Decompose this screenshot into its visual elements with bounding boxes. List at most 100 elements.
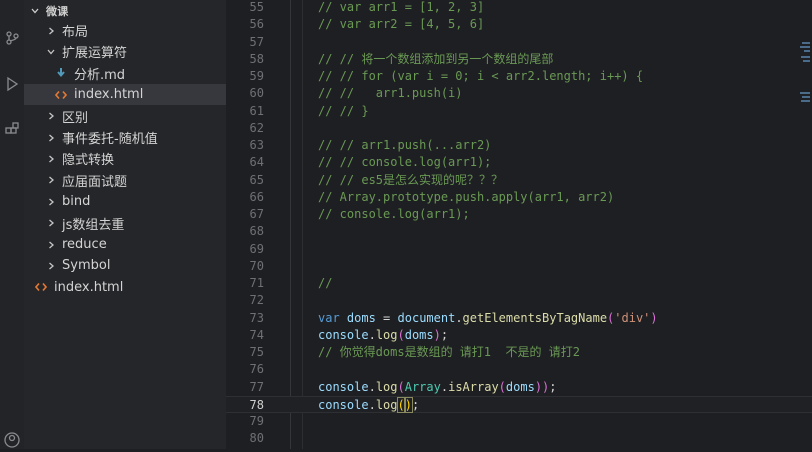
explorer-folder[interactable]: 隐式转换: [24, 148, 246, 169]
code-text: console.log(Array.isArray(doms));: [318, 379, 557, 396]
code-token: (: [397, 379, 405, 394]
explorer-folder[interactable]: reduce: [24, 234, 246, 255]
code-token: // // es5是怎么实现的呢？？？: [318, 172, 504, 187]
code-line[interactable]: 75 // 你觉得doms是数组的 请打1 不是的 请打2: [226, 344, 812, 361]
explorer-folder[interactable]: 应届面试题: [24, 170, 246, 191]
explorer-root-label: 微课: [46, 4, 69, 18]
code-line[interactable]: 56 // var arr2 = [4, 5, 6]: [226, 16, 812, 33]
line-number: 65: [249, 172, 264, 187]
line-number: 58: [249, 51, 264, 66]
code-text: // // for (var i = 0; i < arr2.length; i…: [318, 68, 643, 85]
extensions-icon[interactable]: [0, 118, 24, 142]
code-token: (: [397, 327, 405, 342]
code-line[interactable]: 57: [226, 34, 812, 51]
code-line[interactable]: 65 // // es5是怎么实现的呢？？？: [226, 172, 812, 189]
code-text: // // }: [318, 103, 369, 120]
tree-item-label: 扩展运算符: [62, 46, 128, 62]
explorer-sidebar: 微课 布局 扩展运算符 分析.md index.html 区别 事件委托-随机值 隐式转换应…: [24, 0, 256, 449]
explorer-folder[interactable]: 布局: [24, 20, 246, 41]
html-file-icon: [54, 90, 68, 100]
code-token: log: [375, 327, 398, 342]
code-editor[interactable]: 55 // var arr1 = [1, 2, 3] 56 // var arr2 =…: [226, 0, 812, 449]
activity-bar: [0, 0, 24, 449]
explorer-folder[interactable]: 区别: [24, 106, 246, 127]
code-token: .: [368, 379, 376, 394]
code-line[interactable]: 76: [226, 361, 812, 378]
code-token: // Array.prototype.push.apply(arr1, arr2…: [318, 189, 615, 204]
code-token: // // for (var i = 0; i < arr2.length; i…: [318, 69, 644, 83]
explorer-folder[interactable]: Symbol: [24, 255, 246, 276]
minimap[interactable]: [798, 0, 812, 110]
code-line[interactable]: 61 // // }: [226, 103, 812, 120]
code-token: // var arr1 = [1, 2, 3]: [318, 0, 485, 14]
code-token: // 你觉得doms是数组的 请打1 不是的 请打2: [318, 345, 580, 359]
chevron-right-icon: [44, 26, 58, 36]
explorer-folder[interactable]: js数组去重: [24, 213, 246, 234]
explorer-folder[interactable]: 扩展运算符: [24, 41, 246, 62]
explorer-folder[interactable]: 事件委托-随机值: [24, 127, 246, 148]
code-line[interactable]: 70: [226, 258, 812, 275]
code-token: ): [433, 327, 441, 342]
code-token: (: [498, 379, 506, 394]
code-line[interactable]: 78 console.log();: [226, 395, 812, 413]
code-text: // Array.prototype.push.apply(arr1, arr2…: [318, 189, 614, 206]
code-text: // var arr2 = [4, 5, 6]: [318, 16, 484, 33]
code-line[interactable]: 63 // // arr1.push(...arr2): [226, 137, 812, 154]
code-token: // // console.log(arr1);: [318, 155, 492, 170]
code-token: // // 将一个数组添加到另一个数组的尾部: [318, 51, 554, 66]
code-line[interactable]: 72: [226, 292, 812, 309]
code-line[interactable]: 79: [226, 413, 812, 430]
account-icon[interactable]: [0, 428, 24, 452]
line-number: 76: [249, 362, 264, 377]
line-number: 73: [249, 310, 264, 325]
line-number: 57: [249, 34, 264, 49]
chevron-right-icon: [44, 175, 58, 185]
code-token: .: [455, 310, 463, 325]
code-token: log: [375, 397, 398, 412]
code-line[interactable]: 59 // // for (var i = 0; i < arr2.length;…: [226, 68, 812, 85]
code-line[interactable]: 69: [226, 241, 812, 258]
line-number: 56: [249, 17, 264, 32]
code-line[interactable]: 77 console.log(Array.isArray(doms));: [226, 379, 812, 396]
code-line[interactable]: 64 // // console.log(arr1);: [226, 154, 812, 171]
explorer-file[interactable]: index.html: [24, 84, 256, 106]
code-line[interactable]: 58 // // 将一个数组添加到另一个数组的尾部: [226, 51, 812, 68]
code-line[interactable]: 68: [226, 223, 812, 240]
tree-item-label: Symbol: [62, 258, 111, 274]
code-line[interactable]: 80: [226, 430, 812, 447]
chevron-right-icon: [44, 154, 58, 164]
line-number: 60: [249, 86, 264, 101]
explorer-folder[interactable]: bind: [24, 191, 246, 212]
code-text: // // arr1.push(i): [318, 85, 463, 102]
explorer-file[interactable]: index.html: [24, 277, 236, 298]
tree-item-label: 隐式转换: [62, 153, 115, 169]
line-number: 67: [249, 207, 264, 221]
code-token: )): [534, 379, 550, 394]
html-file-icon: [34, 282, 48, 292]
code-token: ;: [440, 327, 449, 342]
code-text: // console.log(arr1);: [318, 206, 470, 223]
code-token: console: [318, 379, 369, 394]
code-token: console: [318, 397, 369, 412]
explorer-file[interactable]: 分析.md: [24, 63, 256, 84]
explorer-root-folder[interactable]: 微课: [24, 0, 230, 21]
chevron-right-icon: [44, 240, 58, 250]
code-token: doms: [505, 379, 535, 394]
code-line[interactable]: 62: [226, 120, 812, 137]
code-line[interactable]: 73 var doms = document.getElementsByTagNa…: [226, 310, 812, 327]
chevron-down-icon: [28, 6, 42, 16]
code-line[interactable]: 71 //: [226, 275, 812, 292]
run-debug-icon[interactable]: [0, 72, 24, 96]
chevron-right-icon: [44, 197, 58, 207]
code-line[interactable]: 67 // console.log(arr1);: [226, 206, 812, 223]
code-line[interactable]: 60 // // arr1.push(i): [226, 85, 812, 102]
code-line[interactable]: 66 // Array.prototype.push.apply(arr1, ar…: [226, 189, 812, 206]
code-text: console.log(doms);: [318, 327, 448, 344]
code-line[interactable]: 74 console.log(doms);: [226, 327, 812, 344]
source-control-icon[interactable]: [0, 26, 24, 50]
code-line[interactable]: 55 // var arr1 = [1, 2, 3]: [226, 0, 812, 16]
code-token: .: [368, 397, 376, 412]
line-number: 69: [249, 241, 264, 256]
chevron-right-icon: [44, 218, 58, 228]
